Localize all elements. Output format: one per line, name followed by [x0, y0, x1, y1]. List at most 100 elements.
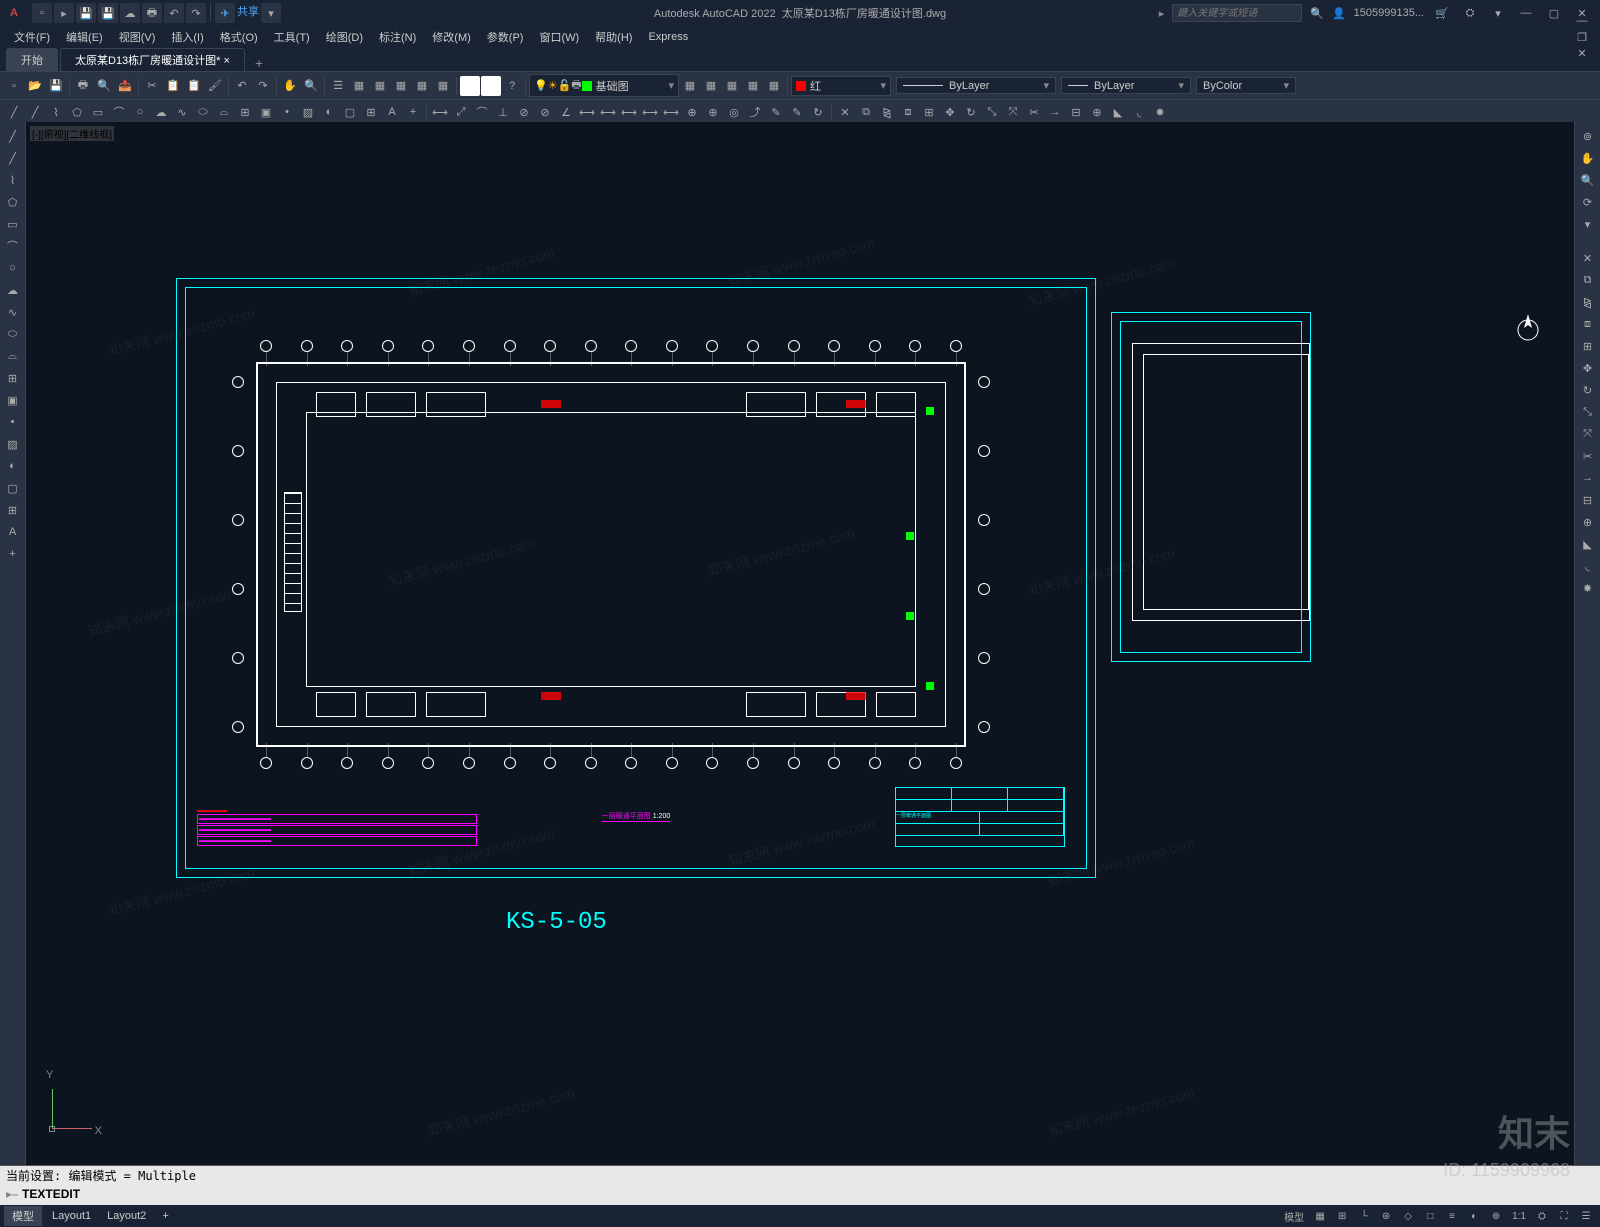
- dimtedit-icon[interactable]: ✎: [787, 102, 807, 122]
- markup-icon[interactable]: ▦: [412, 76, 432, 96]
- menu-file[interactable]: 文件(F): [6, 29, 58, 45]
- mirror-icon[interactable]: ⧎: [877, 102, 897, 122]
- dim-arc-icon[interactable]: ⌒: [472, 102, 492, 122]
- layer-tool3-icon[interactable]: ▦: [722, 76, 742, 96]
- join-icon[interactable]: ⊕: [1087, 102, 1107, 122]
- dim-continue-icon[interactable]: ⟷: [619, 102, 639, 122]
- dim-baseline-icon[interactable]: ⟷: [598, 102, 618, 122]
- nav-zoom-icon[interactable]: 🔍: [1578, 170, 1598, 190]
- erase3-icon[interactable]: ✕: [1578, 248, 1598, 268]
- rotate3-icon[interactable]: ↻: [1578, 380, 1598, 400]
- status-ortho-icon[interactable]: └: [1354, 1207, 1374, 1225]
- circle-icon[interactable]: ○: [130, 102, 150, 122]
- move3-icon[interactable]: ✥: [1578, 358, 1598, 378]
- minimize-icon[interactable]: —: [1516, 5, 1536, 21]
- point2-icon[interactable]: •: [3, 412, 23, 432]
- chamfer-icon[interactable]: ◣: [1108, 102, 1128, 122]
- help2-icon[interactable]: ?: [502, 76, 522, 96]
- dim-break-icon[interactable]: ⟷: [661, 102, 681, 122]
- doc-close-icon[interactable]: ✕: [1572, 45, 1592, 61]
- insert-icon[interactable]: ⊞: [235, 102, 255, 122]
- tab-layout2[interactable]: Layout2: [99, 1208, 154, 1224]
- block2-icon[interactable]: ▣: [3, 390, 23, 410]
- menu-help[interactable]: 帮助(H): [587, 29, 640, 45]
- arc2-icon[interactable]: ⌒: [3, 236, 23, 256]
- explode3-icon[interactable]: ✸: [1578, 578, 1598, 598]
- tab-close-icon[interactable]: ×: [224, 55, 230, 67]
- menu-format[interactable]: 格式(O): [212, 29, 266, 45]
- new-icon[interactable]: ▫: [4, 76, 24, 96]
- qat-undo-icon[interactable]: ↶: [164, 3, 184, 23]
- jog-icon[interactable]: ⤴: [745, 102, 765, 122]
- menu-tools[interactable]: 工具(T): [266, 29, 318, 45]
- dim-angular-icon[interactable]: ∠: [556, 102, 576, 122]
- grad2-icon[interactable]: ◐: [3, 456, 23, 476]
- tab-add-icon[interactable]: +: [247, 55, 271, 71]
- copy3-icon[interactable]: ⧉: [1578, 270, 1598, 290]
- user-icon[interactable]: 👤: [1332, 7, 1346, 20]
- qat-new-icon[interactable]: ▫: [32, 3, 52, 23]
- copy2-icon[interactable]: ⧉: [856, 102, 876, 122]
- maximize-icon[interactable]: ▢: [1544, 5, 1564, 21]
- print-icon[interactable]: 🖶: [73, 76, 93, 96]
- dim-diameter-icon[interactable]: ⊘: [535, 102, 555, 122]
- status-cycle-icon[interactable]: ⊕: [1486, 1207, 1506, 1225]
- dim-radius-icon[interactable]: ⊘: [514, 102, 534, 122]
- pline-icon[interactable]: ⌇: [46, 102, 66, 122]
- region-icon[interactable]: ▢: [340, 102, 360, 122]
- command-input[interactable]: ▸⎯ TEXTEDIT: [0, 1184, 1600, 1204]
- search-input[interactable]: [1172, 4, 1302, 22]
- table2-icon[interactable]: ⊞: [3, 500, 23, 520]
- status-scale[interactable]: 1:1: [1508, 1207, 1530, 1225]
- line-icon[interactable]: ╱: [4, 102, 24, 122]
- cart-icon[interactable]: 🛒: [1432, 5, 1452, 21]
- status-osnap-icon[interactable]: □: [1420, 1207, 1440, 1225]
- qat-plot-icon[interactable]: 🖶: [142, 3, 162, 23]
- status-model-btn[interactable]: 模型: [1280, 1207, 1308, 1225]
- spline-icon[interactable]: ∿: [172, 102, 192, 122]
- undo-icon[interactable]: ↶: [232, 76, 252, 96]
- status-custom-icon[interactable]: ☰: [1576, 1207, 1596, 1225]
- menu-draw[interactable]: 绘图(D): [318, 29, 371, 45]
- status-grid-icon[interactable]: ▦: [1310, 1207, 1330, 1225]
- plotstyle-combo[interactable]: ByColor ▾: [1196, 77, 1296, 94]
- add2-icon[interactable]: +: [3, 544, 23, 564]
- spline2-icon[interactable]: ∿: [3, 302, 23, 322]
- status-trans-icon[interactable]: ◐: [1464, 1207, 1484, 1225]
- mirror3-icon[interactable]: ⧎: [1578, 292, 1598, 312]
- toolpalette-icon[interactable]: ▦: [370, 76, 390, 96]
- tab-start[interactable]: 开始: [6, 48, 58, 71]
- mtext-icon[interactable]: A: [382, 102, 402, 122]
- status-snap-icon[interactable]: ⊞: [1332, 1207, 1352, 1225]
- blank1-icon[interactable]: [460, 76, 480, 96]
- drawing-canvas[interactable]: [-][俯视][二维线框] 一层暖通平面图 ▬▬▬▬▬ ▬▬▬▬▬▬▬▬▬▬▬▬…: [26, 122, 1600, 1165]
- scale3-icon[interactable]: ⤡: [1578, 402, 1598, 422]
- status-lwt-icon[interactable]: ≡: [1442, 1207, 1462, 1225]
- scale-icon[interactable]: ⤡: [982, 102, 1002, 122]
- doc-restore-icon[interactable]: ❐: [1572, 29, 1592, 45]
- arc-icon[interactable]: ⌒: [109, 102, 129, 122]
- nav-pan-icon[interactable]: ✋: [1578, 148, 1598, 168]
- menu-view[interactable]: 视图(V): [111, 29, 164, 45]
- move-icon[interactable]: ✥: [940, 102, 960, 122]
- properties-icon[interactable]: ☰: [328, 76, 348, 96]
- qat-open-icon[interactable]: ▸: [54, 3, 74, 23]
- save-icon[interactable]: 💾: [46, 76, 66, 96]
- preview-icon[interactable]: 🔍: [94, 76, 114, 96]
- tab-model[interactable]: 模型: [4, 1206, 42, 1226]
- share-label[interactable]: 共享: [237, 3, 259, 23]
- join3-icon[interactable]: ⊕: [1578, 512, 1598, 532]
- line2-icon[interactable]: ╱: [3, 126, 23, 146]
- explode-icon[interactable]: ✸: [1150, 102, 1170, 122]
- viewport-label[interactable]: [-][俯视][二维线框]: [30, 126, 114, 141]
- nav-show-icon[interactable]: ▾: [1578, 214, 1598, 234]
- addselected-icon[interactable]: +: [403, 102, 423, 122]
- qat-saveas-icon[interactable]: 💾: [98, 3, 118, 23]
- open-icon[interactable]: 📂: [25, 76, 45, 96]
- tab-layout1[interactable]: Layout1: [44, 1208, 99, 1224]
- rectangle-icon[interactable]: ▭: [88, 102, 108, 122]
- qat-redo-icon[interactable]: ↷: [186, 3, 206, 23]
- qat-share-icon[interactable]: ✈: [215, 3, 235, 23]
- earc2-icon[interactable]: ⌓: [3, 346, 23, 366]
- trim-icon[interactable]: ✂: [1024, 102, 1044, 122]
